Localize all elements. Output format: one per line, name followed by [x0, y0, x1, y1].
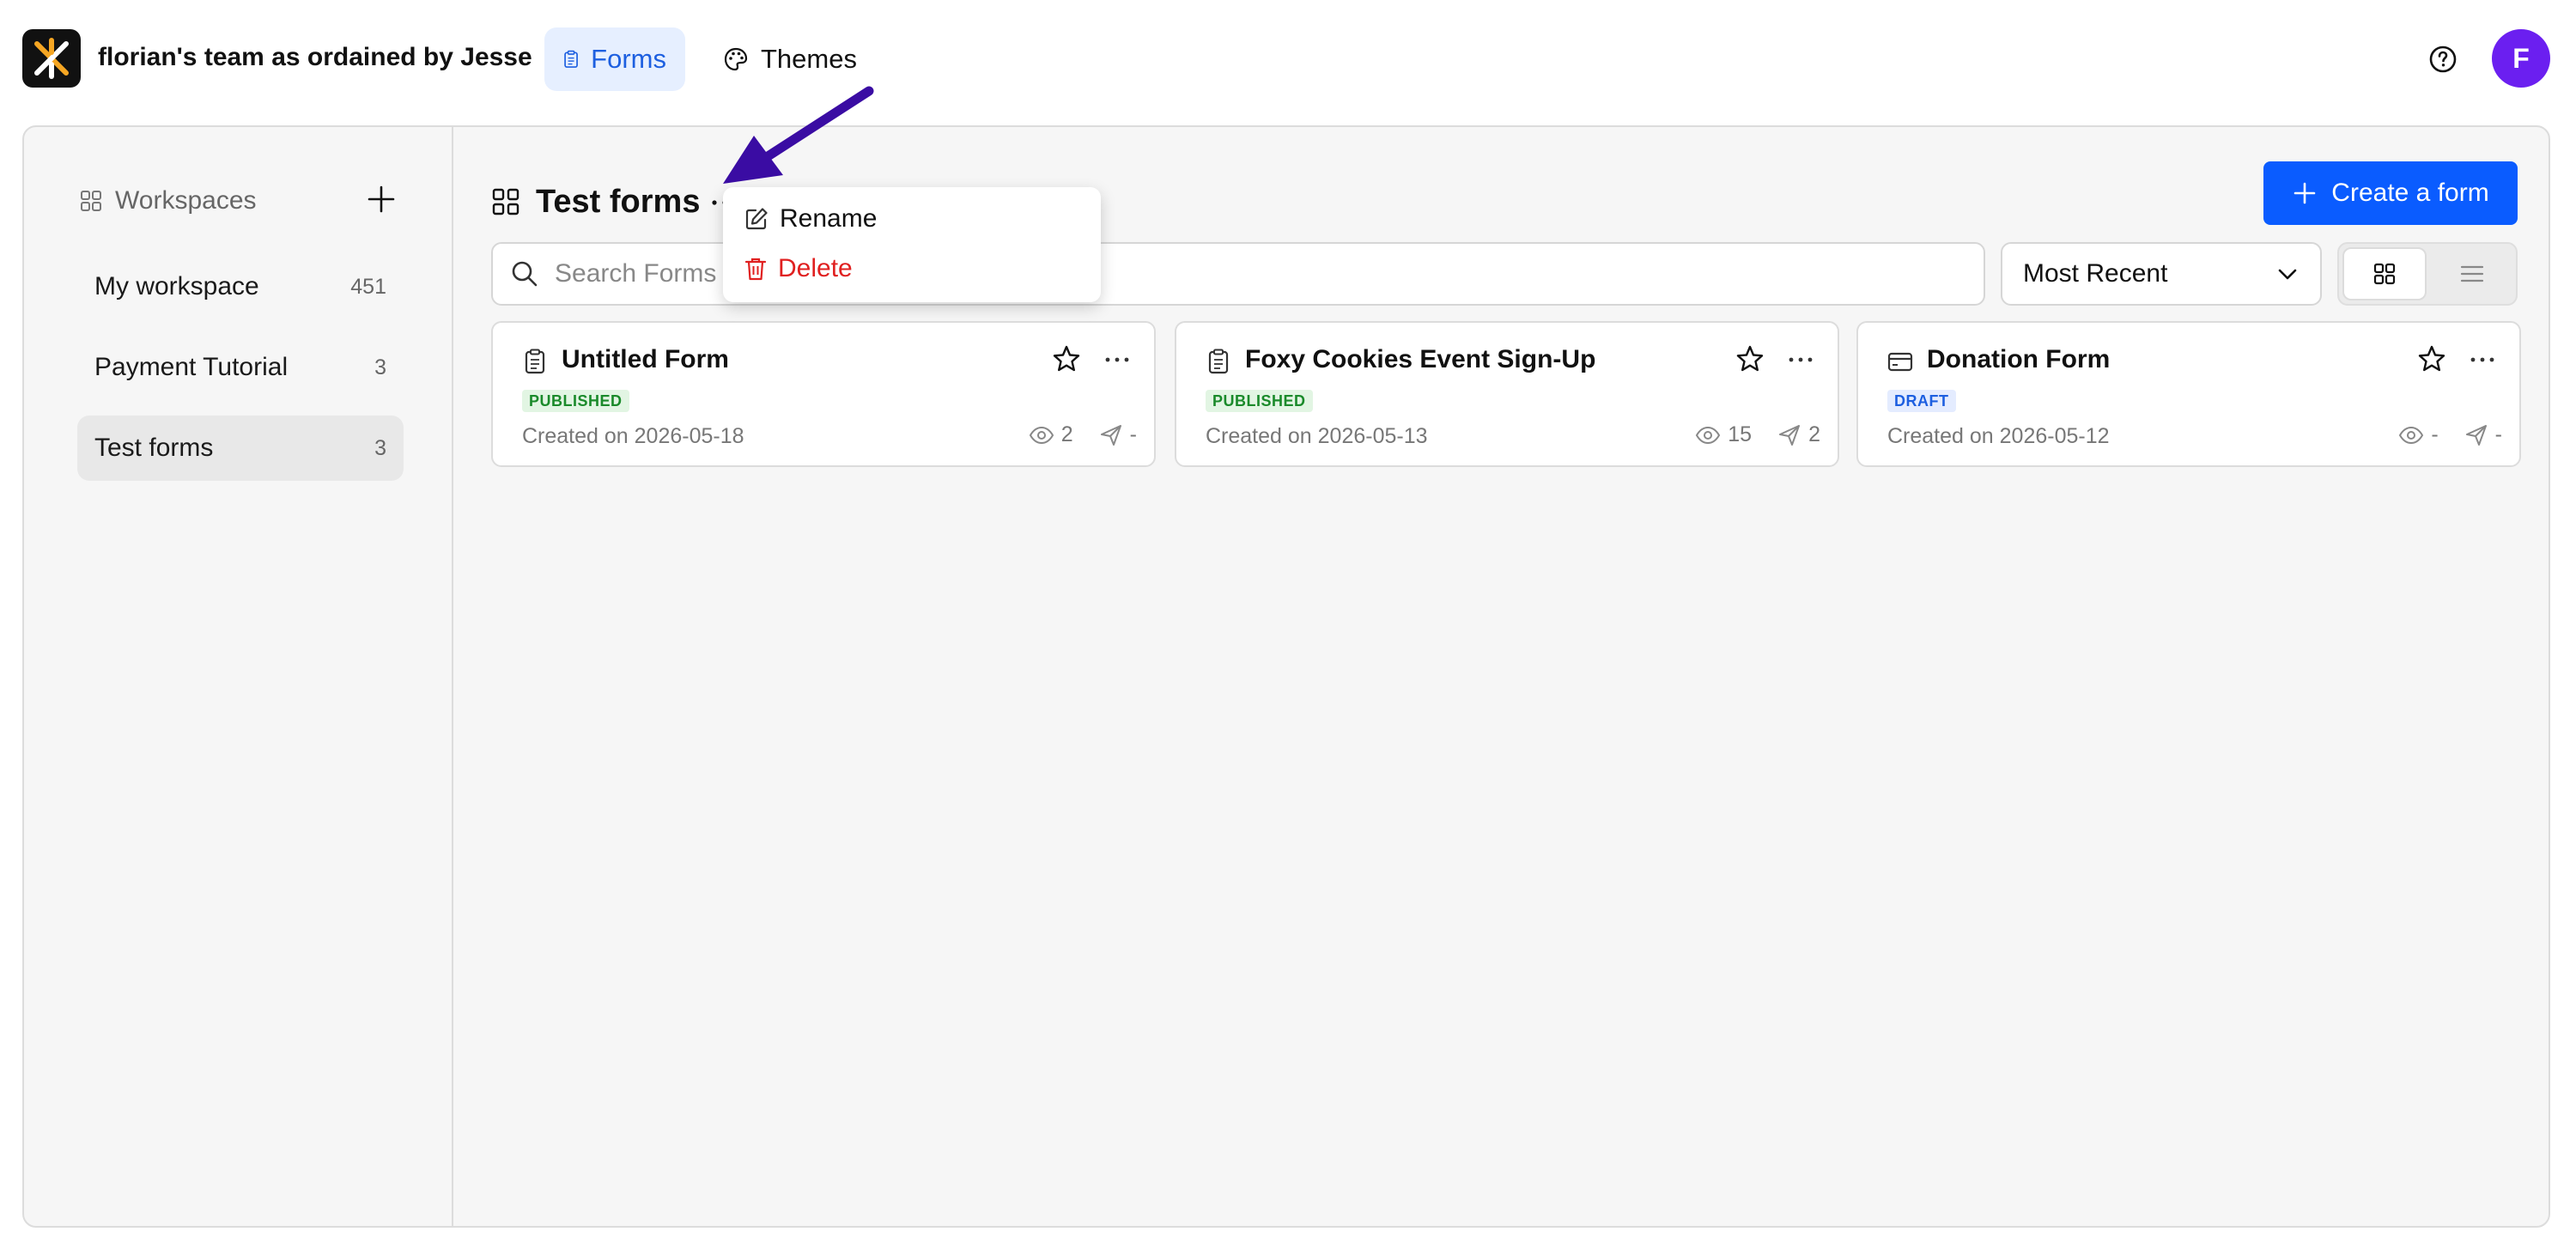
form-title[interactable]: Untitled Form: [562, 345, 729, 374]
created-date: Created on 2026-05-13: [1206, 424, 1428, 448]
add-workspace-icon[interactable]: [364, 182, 398, 216]
tab-themes-label: Themes: [761, 44, 857, 74]
main-panel: Workspaces My workspace 451 Payment Tuto…: [22, 125, 2550, 1228]
list-view-icon: [2460, 265, 2484, 282]
status-badge: DRAFT: [1887, 390, 1956, 412]
sidebar-item-test-forms[interactable]: Test forms 3: [77, 416, 404, 481]
form-card[interactable]: Donation Form DRAFT Created on 2026-05-1…: [1856, 321, 2521, 467]
create-form-button[interactable]: Create a form: [2263, 161, 2518, 225]
list-view-button[interactable]: [2430, 247, 2514, 300]
more-options-icon[interactable]: [1103, 345, 1132, 374]
form-card[interactable]: Untitled Form PUBLISHED Created on 2026-…: [491, 321, 1156, 467]
sidebar-item-label: Test forms: [94, 434, 214, 462]
sidebar-item-label: Payment Tutorial: [94, 353, 289, 381]
status-badge: PUBLISHED: [522, 390, 629, 412]
send-icon: [2465, 424, 2487, 446]
form-stats: 15 2: [1695, 422, 1820, 447]
payment-form-icon: [1887, 352, 1913, 372]
grid-view-icon: [2373, 263, 2396, 285]
search-placeholder: Search Forms: [555, 259, 717, 288]
form-icon: [1208, 349, 1229, 374]
form-title[interactable]: Donation Form: [1927, 345, 2110, 374]
rename-menu-item[interactable]: Rename: [744, 199, 877, 239]
views-count: -: [2431, 422, 2439, 446]
sidebar-item-my-workspace[interactable]: My workspace 451: [77, 254, 404, 319]
views-count: 15: [1728, 422, 1753, 446]
plus-icon: [2293, 182, 2316, 204]
tab-forms-label: Forms: [591, 44, 666, 74]
form-title[interactable]: Foxy Cookies Event Sign-Up: [1245, 345, 1595, 374]
workspaces-label: Workspaces: [115, 186, 257, 215]
grid-icon: [81, 191, 101, 211]
trash-icon: [744, 258, 767, 281]
more-options-icon[interactable]: [2468, 345, 2497, 374]
tab-themes[interactable]: Themes: [704, 27, 876, 91]
sort-value: Most Recent: [2023, 259, 2168, 288]
create-form-label: Create a form: [2331, 179, 2489, 207]
sidebar-item-count: 3: [374, 435, 386, 460]
view-toggle: [2337, 242, 2518, 306]
delete-menu-item[interactable]: Delete: [744, 249, 853, 288]
star-icon[interactable]: [2416, 343, 2447, 374]
edit-icon: [745, 208, 768, 230]
sidebar-item-payment-tutorial[interactable]: Payment Tutorial 3: [77, 335, 404, 400]
sidebar-item-label: My workspace: [94, 272, 259, 300]
grid-icon: [492, 188, 519, 215]
form-stats: - -: [2398, 422, 2502, 447]
search-input[interactable]: Search Forms: [491, 242, 1985, 306]
top-nav: florian's team as ordained by Jesse Form…: [0, 0, 2576, 118]
team-name[interactable]: florian's team as ordained by Jesse: [98, 43, 532, 72]
eye-icon: [2399, 426, 2424, 444]
logo-icon: [34, 38, 69, 79]
responses-count: 2: [1808, 422, 1820, 446]
delete-label: Delete: [778, 254, 853, 282]
sort-select[interactable]: Most Recent: [2001, 242, 2322, 306]
star-icon[interactable]: [1051, 343, 1082, 374]
status-badge: PUBLISHED: [1206, 390, 1313, 412]
help-icon[interactable]: [2427, 43, 2459, 76]
chevron-down-icon: [2278, 269, 2297, 280]
created-date: Created on 2026-05-18: [522, 424, 744, 448]
app-logo[interactable]: [22, 29, 81, 88]
eye-icon: [1696, 426, 1721, 444]
send-icon: [1779, 424, 1801, 446]
tab-forms[interactable]: Forms: [544, 27, 685, 91]
responses-count: -: [1129, 422, 1137, 446]
send-icon: [1100, 424, 1121, 446]
form-icon: [525, 349, 545, 374]
palette-icon: [724, 47, 748, 71]
more-options-icon[interactable]: [1786, 345, 1815, 374]
workspaces-sidebar: Workspaces My workspace 451 Payment Tuto…: [24, 127, 453, 1226]
eye-icon: [1029, 426, 1054, 444]
sidebar-item-count: 3: [374, 355, 386, 379]
workspace-title-row: Test forms: [491, 172, 700, 232]
sidebar-item-count: 451: [350, 274, 386, 299]
form-card[interactable]: Foxy Cookies Event Sign-Up PUBLISHED Cre…: [1175, 321, 1839, 467]
grid-view-button[interactable]: [2342, 247, 2427, 300]
views-count: 2: [1060, 422, 1073, 446]
star-icon[interactable]: [1735, 343, 1765, 374]
clipboard-icon: [564, 50, 578, 68]
search-icon: [512, 261, 538, 287]
page-title: Test forms: [536, 183, 701, 220]
responses-count: -: [2494, 422, 2502, 446]
rename-label: Rename: [780, 204, 878, 233]
created-date: Created on 2026-05-12: [1887, 424, 2110, 448]
user-avatar[interactable]: F: [2492, 29, 2550, 88]
form-stats: 2 -: [1029, 422, 1137, 447]
annotation-arrow: [723, 86, 874, 184]
